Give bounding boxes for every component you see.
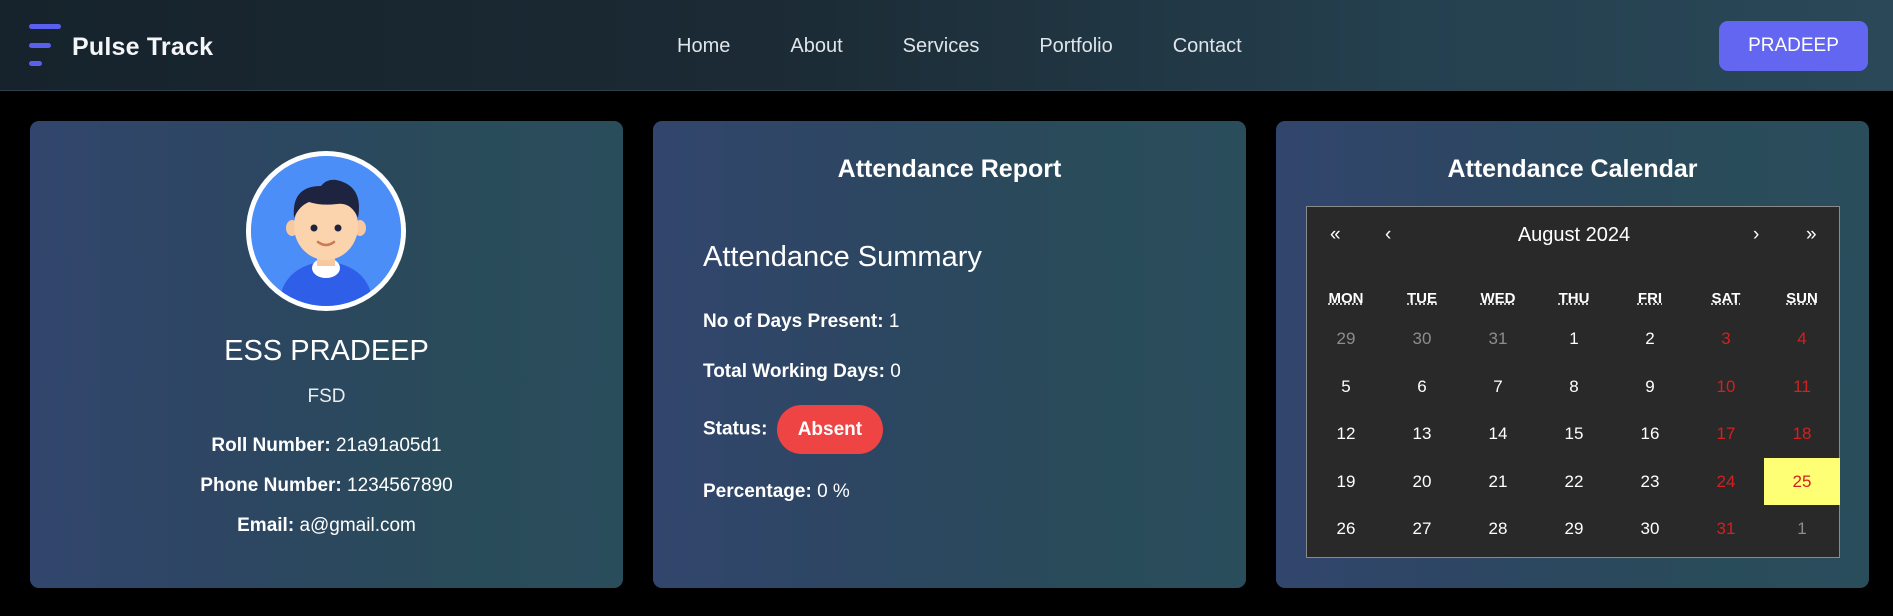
status-row: Status: Absent — [703, 405, 884, 454]
calendar-day[interactable]: 27 — [1384, 505, 1460, 553]
calendar-week-row: 26 27 28 29 30 31 1 — [1308, 505, 1840, 553]
profile-card: ESS PRADEEP FSD Roll Number: 21a91a05d1 … — [30, 121, 623, 588]
calendar-day[interactable]: 30 — [1384, 315, 1460, 363]
weekday-label: WED — [1480, 290, 1516, 307]
calendar-day[interactable]: 19 — [1308, 458, 1384, 506]
working-days-label: Total Working Days: — [703, 361, 885, 382]
attendance-report-card: Attendance Report Attendance Summary No … — [653, 121, 1246, 588]
calendar-week-row: 12 13 14 15 16 17 18 — [1308, 410, 1840, 458]
summary-title: Attendance Summary — [703, 241, 982, 273]
calendar-month-label[interactable]: August 2024 — [1307, 224, 1841, 247]
phone-number-row: Phone Number: 1234567890 — [30, 475, 623, 497]
weekday-label: SUN — [1786, 290, 1818, 307]
calendar-day[interactable]: 20 — [1384, 458, 1460, 506]
roll-number-value: 21a91a05d1 — [335, 435, 442, 456]
avatar — [246, 151, 406, 311]
calendar-day[interactable]: 31 — [1688, 505, 1764, 553]
student-department: FSD — [307, 386, 346, 407]
brand-name[interactable]: Pulse Track — [72, 33, 213, 62]
nav-link-contact[interactable]: Contact — [1173, 35, 1242, 58]
calendar-week-row: 5 6 7 8 9 10 11 — [1308, 363, 1840, 411]
weekday-header-row: MON TUE WED THU FRI SAT SUN — [1308, 283, 1840, 315]
calendar-day[interactable]: 22 — [1536, 458, 1612, 506]
working-days-value: 0 — [890, 361, 901, 382]
calendar-day[interactable]: 2 — [1612, 315, 1688, 363]
calendar-day[interactable]: 26 — [1308, 505, 1384, 553]
calendar-day[interactable]: 29 — [1308, 315, 1384, 363]
calendar-day[interactable]: 10 — [1688, 363, 1764, 411]
calendar-week-row: 19 20 21 22 23 24 25 — [1308, 457, 1840, 506]
calendar-day[interactable]: 4 — [1764, 315, 1840, 363]
calendar-day[interactable]: 18 — [1764, 410, 1840, 458]
nav-link-portfolio[interactable]: Portfolio — [1039, 35, 1112, 58]
roll-number-row: Roll Number: 21a91a05d1 — [30, 435, 623, 457]
calendar-day[interactable]: 9 — [1612, 363, 1688, 411]
calendar-title: Attendance Calendar — [1447, 155, 1698, 183]
calendar-grid: MON TUE WED THU FRI SAT SUN 29 30 31 1 2 3 4 5 6 7 8 9 10 11… — [1308, 283, 1840, 553]
email-label: Email: — [237, 515, 295, 536]
nav-link-home[interactable]: Home — [677, 35, 730, 58]
status-badge: Absent — [776, 405, 884, 454]
weekday-label: TUE — [1407, 290, 1437, 307]
nav-link-services[interactable]: Services — [903, 35, 980, 58]
user-button[interactable]: PRADEEP — [1719, 21, 1868, 71]
calendar-day[interactable]: 1 — [1536, 315, 1612, 363]
weekday-label: MON — [1328, 290, 1364, 307]
days-present-row: No of Days Present: 1 — [703, 311, 899, 333]
email-row: Email: a@gmail.com — [30, 515, 623, 537]
calendar-day[interactable]: 14 — [1460, 410, 1536, 458]
calendar-day[interactable]: 13 — [1384, 410, 1460, 458]
calendar-day[interactable]: 11 — [1764, 363, 1840, 411]
roll-number-label: Roll Number: — [211, 435, 331, 456]
next-year-button[interactable]: » — [1806, 224, 1817, 246]
calendar-day[interactable]: 29 — [1536, 505, 1612, 553]
phone-number-label: Phone Number: — [200, 475, 342, 496]
calendar-day[interactable]: 28 — [1460, 505, 1536, 553]
email-value: a@gmail.com — [299, 515, 416, 536]
calendar-day[interactable]: 31 — [1460, 315, 1536, 363]
nav-links: Home About Services Portfolio Contact — [677, 35, 1302, 58]
calendar-day[interactable]: 3 — [1688, 315, 1764, 363]
calendar-day[interactable]: 25 — [1764, 457, 1840, 505]
calendar-day[interactable]: 17 — [1688, 410, 1764, 458]
days-present-label: No of Days Present: — [703, 311, 884, 332]
calendar-day[interactable]: 5 — [1308, 363, 1384, 411]
percentage-value: 0 % — [817, 481, 850, 502]
report-title: Attendance Report — [837, 155, 1062, 183]
calendar-day[interactable]: 21 — [1460, 458, 1536, 506]
percentage-label: Percentage: — [703, 481, 812, 502]
phone-number-value: 1234567890 — [347, 475, 453, 496]
menu-logo-icon[interactable] — [29, 24, 61, 68]
weekday-label: FRI — [1637, 290, 1663, 307]
days-present-value: 1 — [888, 311, 900, 332]
calendar-day[interactable]: 24 — [1688, 458, 1764, 506]
calendar-day[interactable]: 15 — [1536, 410, 1612, 458]
calendar-day[interactable]: 7 — [1460, 363, 1536, 411]
calendar-week-row: 29 30 31 1 2 3 4 — [1308, 315, 1840, 363]
nav-link-about[interactable]: About — [790, 35, 842, 58]
student-name: ESS PRADEEP — [224, 335, 429, 367]
calendar-day[interactable]: 16 — [1612, 410, 1688, 458]
calendar-day[interactable]: 30 — [1612, 505, 1688, 553]
working-days-row: Total Working Days: 0 — [703, 361, 901, 383]
next-month-button[interactable]: › — [1753, 224, 1759, 246]
status-label: Status: — [703, 418, 768, 440]
calendar-day[interactable]: 1 — [1764, 505, 1840, 553]
calendar-widget: « ‹ August 2024 › » MON TUE WED THU FRI SAT SU… — [1306, 206, 1840, 558]
calendar-day[interactable]: 23 — [1612, 458, 1688, 506]
weekday-label: SAT — [1711, 290, 1741, 307]
calendar-day[interactable]: 6 — [1384, 363, 1460, 411]
top-navbar: Pulse Track Home About Services Portfoli… — [0, 0, 1893, 91]
attendance-calendar-card: Attendance Calendar « ‹ August 2024 › » … — [1276, 121, 1869, 588]
calendar-day[interactable]: 12 — [1308, 410, 1384, 458]
user-avatar-icon — [251, 156, 401, 306]
calendar-day[interactable]: 8 — [1536, 363, 1612, 411]
percentage-row: Percentage: 0 % — [703, 481, 850, 503]
weekday-label: THU — [1558, 290, 1590, 307]
